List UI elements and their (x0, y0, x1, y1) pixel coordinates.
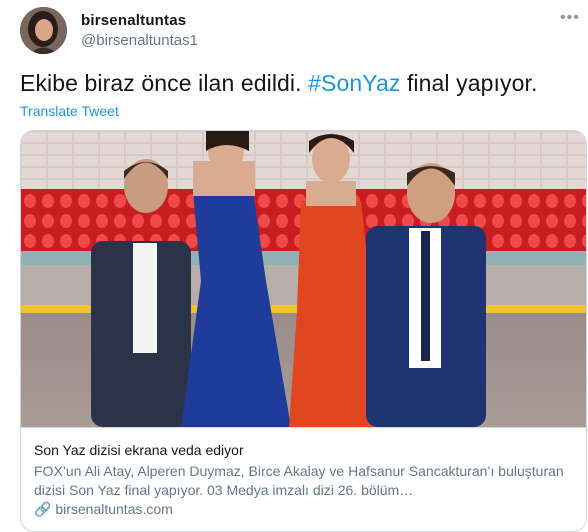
author-handle[interactable]: @birsenaltuntas1 (81, 32, 198, 49)
author-display-name[interactable]: birsenaltuntas (81, 12, 186, 29)
card-description: FOX’un Ali Atay, Alperen Duymaz, Birce A… (34, 463, 564, 498)
user-avatar-icon (20, 7, 67, 54)
hashtag-link[interactable]: #SonYaz (308, 70, 400, 96)
author-avatar[interactable] (20, 7, 67, 54)
card-photo-image (21, 131, 586, 427)
card-title[interactable]: Son Yaz dizisi ekrana veda ediyor (34, 442, 244, 458)
tweet-text-part: Ekibe biraz önce ilan edildi. (20, 70, 309, 96)
ellipsis-icon[interactable]: ••• (560, 8, 588, 28)
card-text-area[interactable]: Son Yaz dizisi ekrana veda ediyor FOX’un… (21, 427, 586, 531)
card-domain: 🔗 birsenaltuntas.com (34, 501, 173, 517)
tweet-text-part: final yapıyor. (400, 70, 538, 96)
translate-tweet-link[interactable]: Translate Tweet (20, 103, 119, 119)
tweet-text: Ekibe biraz önce ilan edildi. #SonYaz fi… (20, 70, 537, 97)
link-preview-card[interactable]: Son Yaz dizisi ekrana veda ediyor FOX’un… (20, 130, 587, 532)
